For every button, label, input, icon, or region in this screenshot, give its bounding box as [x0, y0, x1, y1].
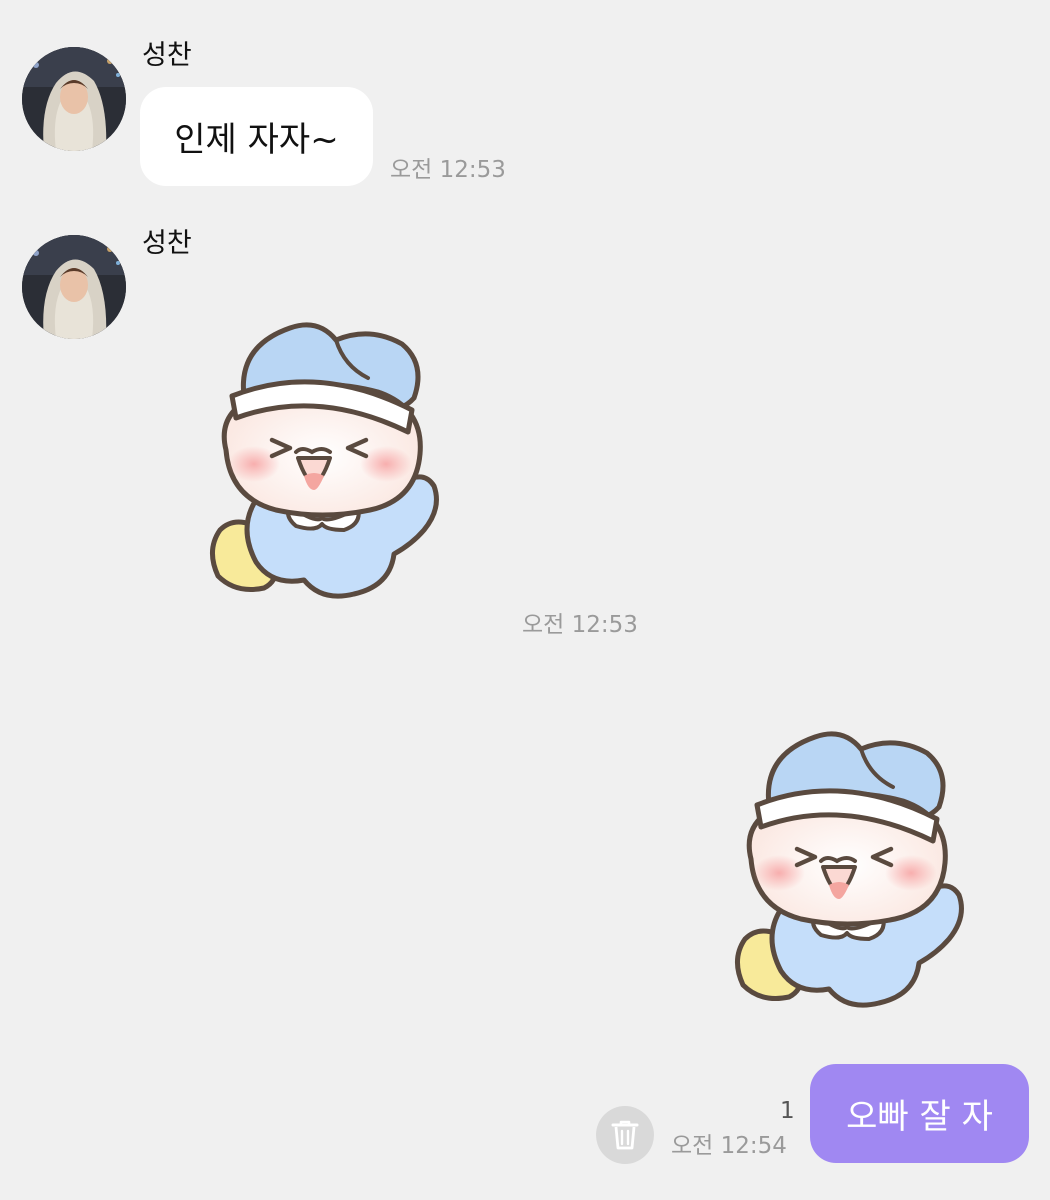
message-timestamp: 오전 12:53 — [522, 612, 638, 638]
delete-button[interactable] — [596, 1106, 654, 1164]
sender-avatar[interactable] — [22, 47, 126, 151]
profile-photo-icon — [22, 235, 126, 339]
baby-bunny-sticker-icon[interactable] — [723, 727, 973, 1017]
message-timestamp: 오전 12:54 — [671, 1133, 787, 1159]
sender-avatar[interactable] — [22, 235, 126, 339]
profile-photo-icon — [22, 47, 126, 151]
unread-count: 1 — [780, 1098, 795, 1124]
sender-name: 성찬 — [142, 40, 192, 71]
outgoing-message-bubble[interactable]: 오빠 잘 자 — [810, 1064, 1029, 1163]
trash-icon — [611, 1120, 639, 1150]
baby-bunny-sticker-icon[interactable] — [198, 318, 448, 608]
sender-name: 성찬 — [142, 228, 192, 259]
incoming-message-bubble[interactable]: 인제 자자~ — [140, 87, 373, 186]
message-timestamp: 오전 12:53 — [390, 157, 506, 183]
